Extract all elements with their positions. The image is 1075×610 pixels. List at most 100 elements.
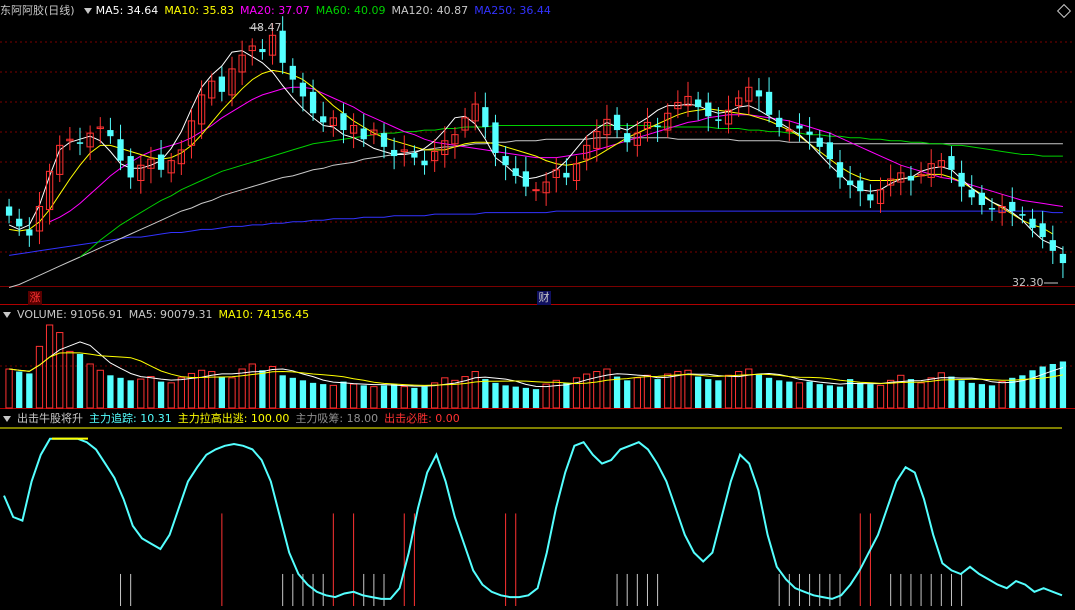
volume-bar-down: [776, 380, 783, 408]
volume-bar-up: [998, 381, 1006, 409]
volume-bar-down: [694, 376, 702, 408]
volume-bar-down: [624, 380, 631, 408]
volume-bar-down: [390, 384, 398, 408]
volume-ma10-line: [9, 352, 1063, 386]
volume-bar-down: [289, 377, 296, 408]
volume-bar-down: [705, 379, 712, 408]
volume-bar-down: [421, 386, 428, 408]
candle-down: [218, 76, 226, 92]
candle-down: [806, 131, 813, 135]
dropdown-arrow-icon[interactable]: [83, 8, 92, 14]
volume-bar-up: [66, 350, 74, 409]
volume-bar-down: [988, 385, 996, 408]
candle-down: [816, 137, 823, 147]
cai-marker[interactable]: 财: [537, 291, 551, 305]
volume-bar-down: [532, 389, 540, 408]
candle-down: [796, 125, 803, 129]
volume-bar-up: [370, 386, 378, 409]
ma120-legend: MA120: 40.87: [391, 4, 469, 17]
candle-down: [16, 218, 23, 227]
high-price-label: 48.47: [250, 21, 282, 34]
volume-bar-up: [431, 382, 439, 409]
candle-down: [127, 156, 134, 178]
volume-bar-down: [259, 370, 266, 408]
volume-bar-up: [228, 377, 236, 409]
ma10-legend: MA10: 35.83: [164, 4, 235, 17]
volume-bar-down: [218, 376, 226, 408]
candle-down: [948, 156, 955, 170]
candle-down: [654, 125, 661, 128]
ma250-legend: MA250: 36.44: [474, 4, 551, 17]
volume-bar-down: [1039, 366, 1046, 408]
candle-down: [421, 160, 428, 166]
volume-bar-down: [958, 380, 965, 408]
volume-bar-down: [563, 382, 570, 408]
ma10-line: [9, 69, 1054, 235]
volume-bar-down: [755, 374, 763, 408]
indicator-win: 出击必胜: 0.00: [384, 412, 460, 425]
volume-bar-down: [482, 379, 489, 408]
volume-bar-down: [907, 379, 915, 408]
volume-bar-down: [26, 373, 33, 408]
candle-down: [836, 162, 844, 178]
candle-down: [380, 133, 388, 147]
volume-bar-down: [836, 386, 844, 408]
volume-bar-up: [248, 363, 256, 409]
candle-up: [532, 189, 540, 192]
volume-bar-down: [654, 379, 661, 408]
ma5-line: [8, 50, 1064, 250]
volume-bar-up: [633, 377, 641, 409]
volume-bar-up: [349, 383, 358, 409]
candle-down: [360, 128, 367, 140]
candle-down: [5, 206, 13, 216]
candle-down: [613, 114, 621, 131]
volume-bar-up: [197, 369, 206, 409]
candle-down: [157, 154, 165, 170]
volume-bar-up: [917, 382, 925, 409]
candle-down: [492, 122, 499, 153]
volume-bar-down: [867, 384, 874, 408]
volume-bar-down: [978, 384, 986, 408]
volume-bar-up: [795, 382, 804, 409]
indicator-dropdown-icon[interactable]: [3, 416, 11, 422]
volume-bar-down: [411, 387, 418, 408]
volume-bar-up: [268, 366, 277, 409]
candle-down: [320, 116, 327, 123]
candle-down: [867, 194, 874, 201]
volume-bar-down: [299, 380, 307, 408]
volume-bar-up: [177, 377, 185, 409]
candle-down: [624, 133, 631, 143]
volume-bar-up: [897, 374, 905, 409]
candle-down: [1029, 218, 1036, 228]
volume-bar-down: [117, 377, 124, 408]
volume-header: VOLUME: 91056.91 MA5: 90079.31 MA10: 74156…: [0, 307, 315, 323]
candle-down: [826, 142, 834, 160]
candle-down: [694, 99, 702, 108]
volume-bar-down: [360, 385, 367, 408]
candle-down: [857, 180, 864, 192]
candle-down: [1059, 253, 1067, 264]
volume-bar-down: [857, 382, 864, 408]
stock-chart-canvas[interactable]: [0, 0, 1075, 610]
low-price-label: 32.30: [1012, 276, 1044, 289]
candle-down: [1019, 214, 1026, 216]
candle-down: [117, 139, 124, 161]
zhang-marker[interactable]: 涨: [28, 291, 42, 305]
volume-bar-up: [238, 368, 246, 409]
volume-bar-up: [927, 377, 935, 409]
volume-bar-up: [35, 345, 44, 409]
indicator-escape: 主力拉高出逃: 100.00: [177, 412, 290, 425]
volume-bar-down: [816, 384, 823, 408]
volume-bar-down: [502, 385, 509, 408]
volume-value: VOLUME: 91056.91: [17, 308, 123, 321]
volume-bar-down: [16, 371, 23, 408]
candle-down: [1039, 223, 1046, 238]
volume-bar-up: [137, 378, 145, 409]
candle-down: [502, 156, 509, 166]
candle-down: [279, 30, 286, 63]
candle-down: [846, 180, 854, 186]
candle-down: [522, 171, 530, 187]
candle-down: [482, 107, 489, 128]
stock-title[interactable]: 东阿阿胶(日线): [0, 4, 75, 17]
volume-dropdown-icon[interactable]: [3, 312, 11, 318]
